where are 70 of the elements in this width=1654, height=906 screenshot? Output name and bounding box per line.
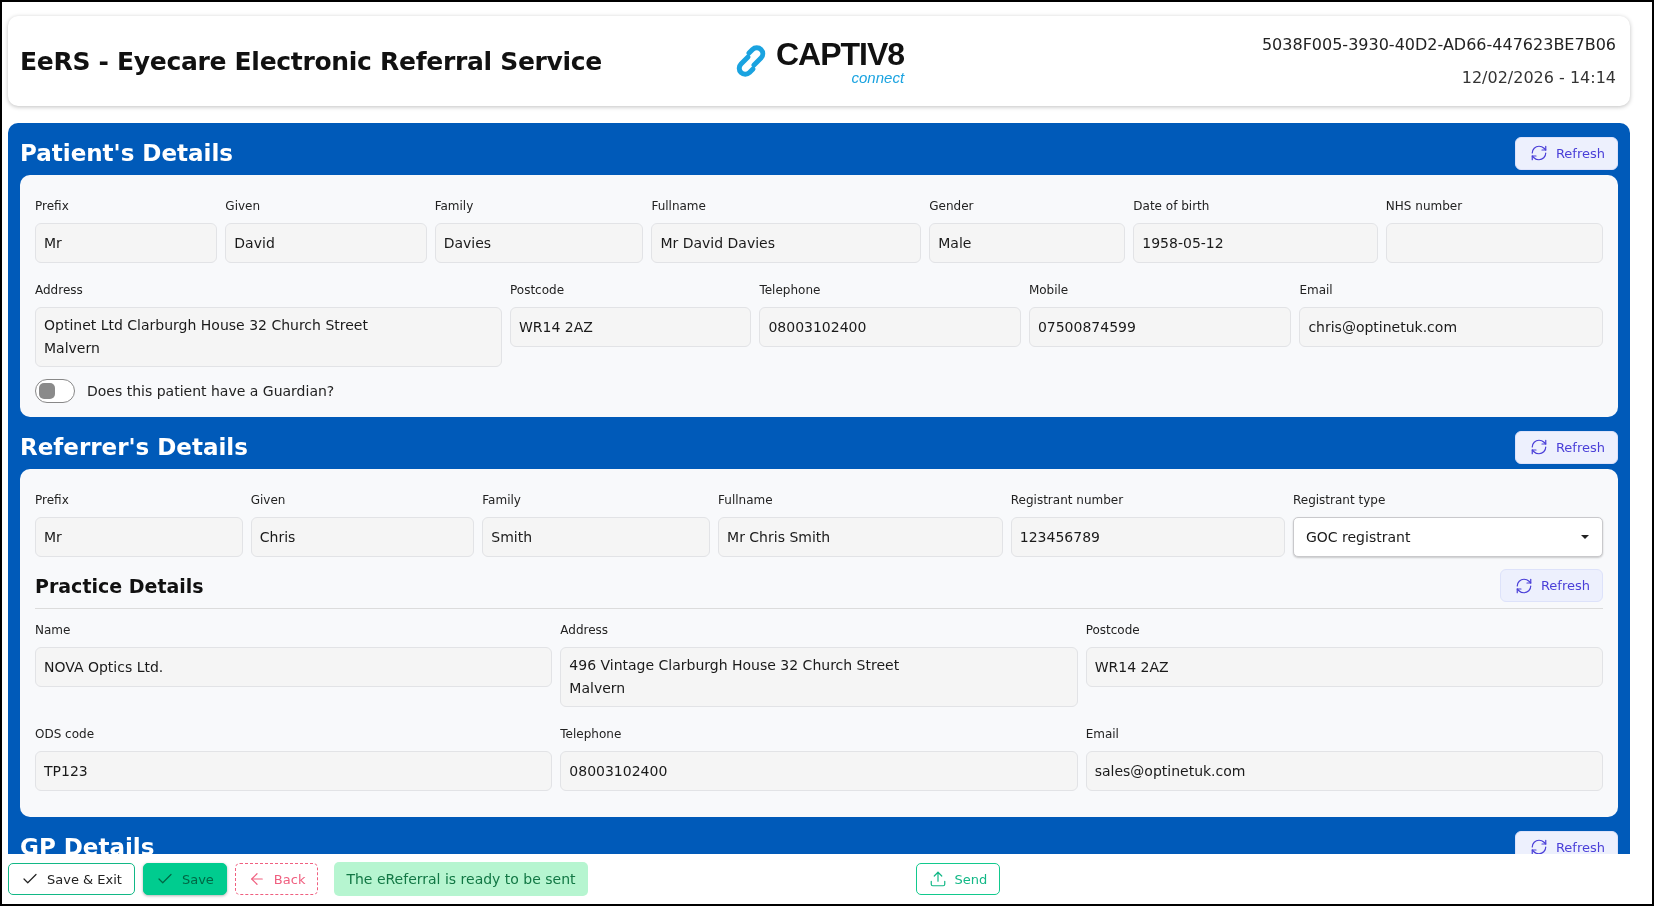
input-field[interactable]: 08003102400 xyxy=(560,751,1078,791)
input-field[interactable]: Smith xyxy=(482,517,711,557)
select-value: GOC registrant xyxy=(1305,529,1411,545)
input-field[interactable]: Mr Chris Smith xyxy=(718,517,1003,557)
field-label: Telephone xyxy=(560,726,623,741)
field-label: Address xyxy=(560,622,610,637)
toggle-switch[interactable] xyxy=(35,379,75,403)
input-field[interactable]: Davies xyxy=(434,223,644,263)
input-field[interactable]: Mr David Davies xyxy=(651,223,922,263)
field-label: Family xyxy=(434,198,475,213)
upload-icon xyxy=(928,870,947,888)
field-label: Registrant type xyxy=(1292,492,1387,507)
logo-tagline: connect xyxy=(851,69,905,85)
input-field[interactable]: WR14 2AZ xyxy=(510,307,752,347)
input-field[interactable]: Mr xyxy=(35,517,243,557)
field-label: Gender xyxy=(929,198,975,213)
text-area[interactable]: 496 Vintage Clarburgh House 32 Church Street Malvern xyxy=(560,647,1078,707)
field-label: Name xyxy=(35,622,72,637)
field-label: ODS code xyxy=(35,726,96,741)
input-field[interactable]: TP123 xyxy=(35,751,553,791)
field-label: Fullname xyxy=(718,492,774,507)
date-time: 12/02/2026 - 14:14 xyxy=(1461,68,1616,87)
refresh-button[interactable]: Refresh xyxy=(1514,430,1618,464)
input-field[interactable]: David xyxy=(225,223,427,263)
field-label: Telephone xyxy=(759,282,822,297)
input-field[interactable]: 07500874599 xyxy=(1028,307,1292,347)
refresh-icon xyxy=(1514,576,1533,595)
field-label: Address xyxy=(35,282,84,297)
field-label: Given xyxy=(225,198,262,213)
field-label: Date of birth xyxy=(1133,198,1211,213)
save-exit-button[interactable]: Save & Exit xyxy=(8,863,135,895)
field-label: Postcode xyxy=(510,282,566,297)
subsection-title: Practice Details xyxy=(35,574,204,597)
logo-name: CAPTIV8 xyxy=(775,37,905,70)
input-field[interactable]: chris@optinetuk.com xyxy=(1299,307,1603,347)
section-title: Patient's Details xyxy=(20,140,233,166)
refresh-button[interactable]: Refresh xyxy=(1514,136,1618,170)
input-field[interactable]: Mr xyxy=(35,223,218,263)
refresh-icon xyxy=(1529,438,1548,456)
input-field[interactable]: WR14 2AZ xyxy=(1085,647,1603,687)
field-label: Prefix xyxy=(35,198,70,213)
text-area[interactable]: Optinet Ltd Clarburgh House 32 Church Street Malvern xyxy=(35,307,502,367)
refresh-icon xyxy=(1529,838,1548,854)
refresh-button[interactable]: Refresh xyxy=(1499,569,1603,602)
field-label: Registrant number xyxy=(1010,492,1125,507)
field-label: Fullname xyxy=(651,198,707,213)
field-label: Postcode xyxy=(1085,622,1141,637)
field-label: NHS number xyxy=(1385,198,1464,213)
status-message: The eReferral is ready to be sent xyxy=(334,862,588,896)
input-field[interactable]: 08003102400 xyxy=(759,307,1021,347)
field-label: Email xyxy=(1299,282,1334,297)
input-field[interactable]: 123456789 xyxy=(1010,517,1285,557)
refresh-button[interactable]: Refresh xyxy=(1514,830,1618,854)
input-field[interactable]: sales@optinetuk.com xyxy=(1085,751,1603,791)
input-field[interactable]: Male xyxy=(929,223,1126,263)
refresh-icon xyxy=(1529,144,1548,162)
field-label: Given xyxy=(250,492,287,507)
registrant-type-select[interactable]: GOC registrant xyxy=(1292,517,1603,557)
input-field[interactable]: Chris xyxy=(250,517,475,557)
input-field[interactable]: NOVA Optics Ltd. xyxy=(35,647,553,687)
field-label: Prefix xyxy=(35,492,70,507)
field-label: Mobile xyxy=(1028,282,1070,297)
reference-id: 5038F005-3930-40D2-AD66-447623BE7B06 xyxy=(1261,35,1616,54)
app-title: EeRS - Eyecare Electronic Referral Service xyxy=(20,46,604,76)
field-label: Family xyxy=(482,492,522,507)
input-field[interactable]: 1958-05-12 xyxy=(1133,223,1378,263)
toggle-label: Does this patient have a Guardian? xyxy=(87,383,335,399)
caret-icon xyxy=(1580,534,1590,540)
section-title: Referrer's Details xyxy=(20,434,248,460)
field-label: Email xyxy=(1085,726,1120,741)
